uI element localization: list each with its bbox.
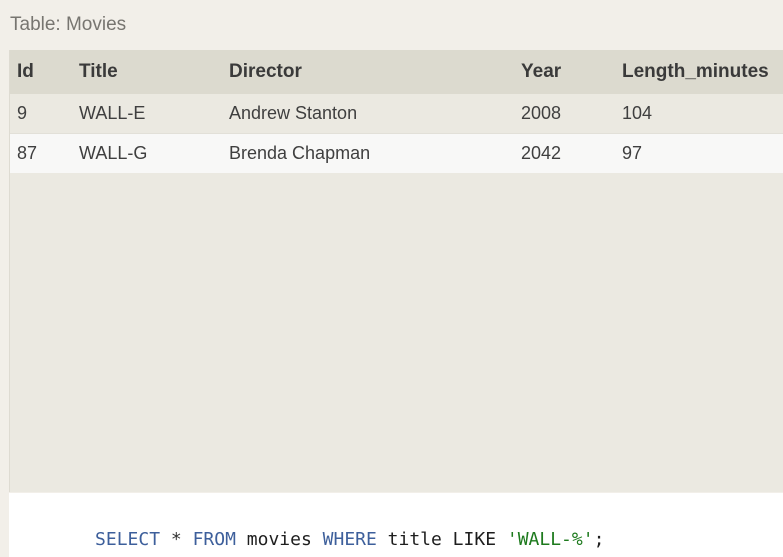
query-token-keyword: WHERE bbox=[322, 529, 377, 550]
cell-year: 2042 bbox=[521, 143, 562, 163]
cell-year: 2008 bbox=[521, 103, 562, 123]
query-token-plain: ; bbox=[593, 529, 605, 550]
column-header-year: Year bbox=[521, 61, 562, 82]
table-header: Id Title Director Year Length_minutes bbox=[10, 50, 783, 94]
header-row: Id Title Director Year Length_minutes bbox=[10, 50, 783, 94]
cell-id: 87 bbox=[17, 143, 38, 163]
query-token-operator: * bbox=[160, 529, 193, 550]
column-header-id: Id bbox=[17, 61, 34, 82]
column-header-title: Title bbox=[79, 61, 118, 82]
cell-length-minutes: 104 bbox=[622, 103, 653, 123]
results-table: Id Title Director Year Length_minutes 9 … bbox=[10, 50, 783, 173]
query-text[interactable]: SELECT * FROM movies WHERE title LIKE 'W… bbox=[30, 508, 604, 557]
cell-director: Andrew Stanton bbox=[229, 103, 358, 123]
query-token-plain: title LIKE bbox=[376, 529, 507, 550]
table-row: 9 WALL-E Andrew Stanton 2008 104 bbox=[10, 94, 783, 134]
cell-title: WALL-E bbox=[79, 103, 146, 123]
results-table-panel: Id Title Director Year Length_minutes 9 … bbox=[9, 50, 783, 492]
cell-id: 9 bbox=[17, 103, 28, 123]
query-token-string: 'WALL-%' bbox=[506, 529, 594, 550]
query-token-keyword: SELECT bbox=[95, 529, 161, 550]
cell-director: Brenda Chapman bbox=[229, 143, 371, 163]
cell-length-minutes: 97 bbox=[622, 143, 643, 163]
table-body: 9 WALL-E Andrew Stanton 2008 104 87 WALL… bbox=[10, 94, 783, 173]
cell-title: WALL-G bbox=[79, 143, 148, 163]
query-editor[interactable]: SELECT * FROM movies WHERE title LIKE 'W… bbox=[9, 493, 783, 557]
table-caption: Table: Movies bbox=[10, 14, 127, 35]
column-header-length-minutes: Length_minutes bbox=[622, 61, 769, 82]
query-token-plain: movies bbox=[235, 529, 323, 550]
column-header-director: Director bbox=[229, 61, 302, 82]
sql-exercise-page: Table: Movies Id Title Director Year Len… bbox=[0, 0, 783, 557]
table-row: 87 WALL-G Brenda Chapman 2042 97 bbox=[10, 133, 783, 173]
query-token-keyword: FROM bbox=[192, 529, 236, 550]
